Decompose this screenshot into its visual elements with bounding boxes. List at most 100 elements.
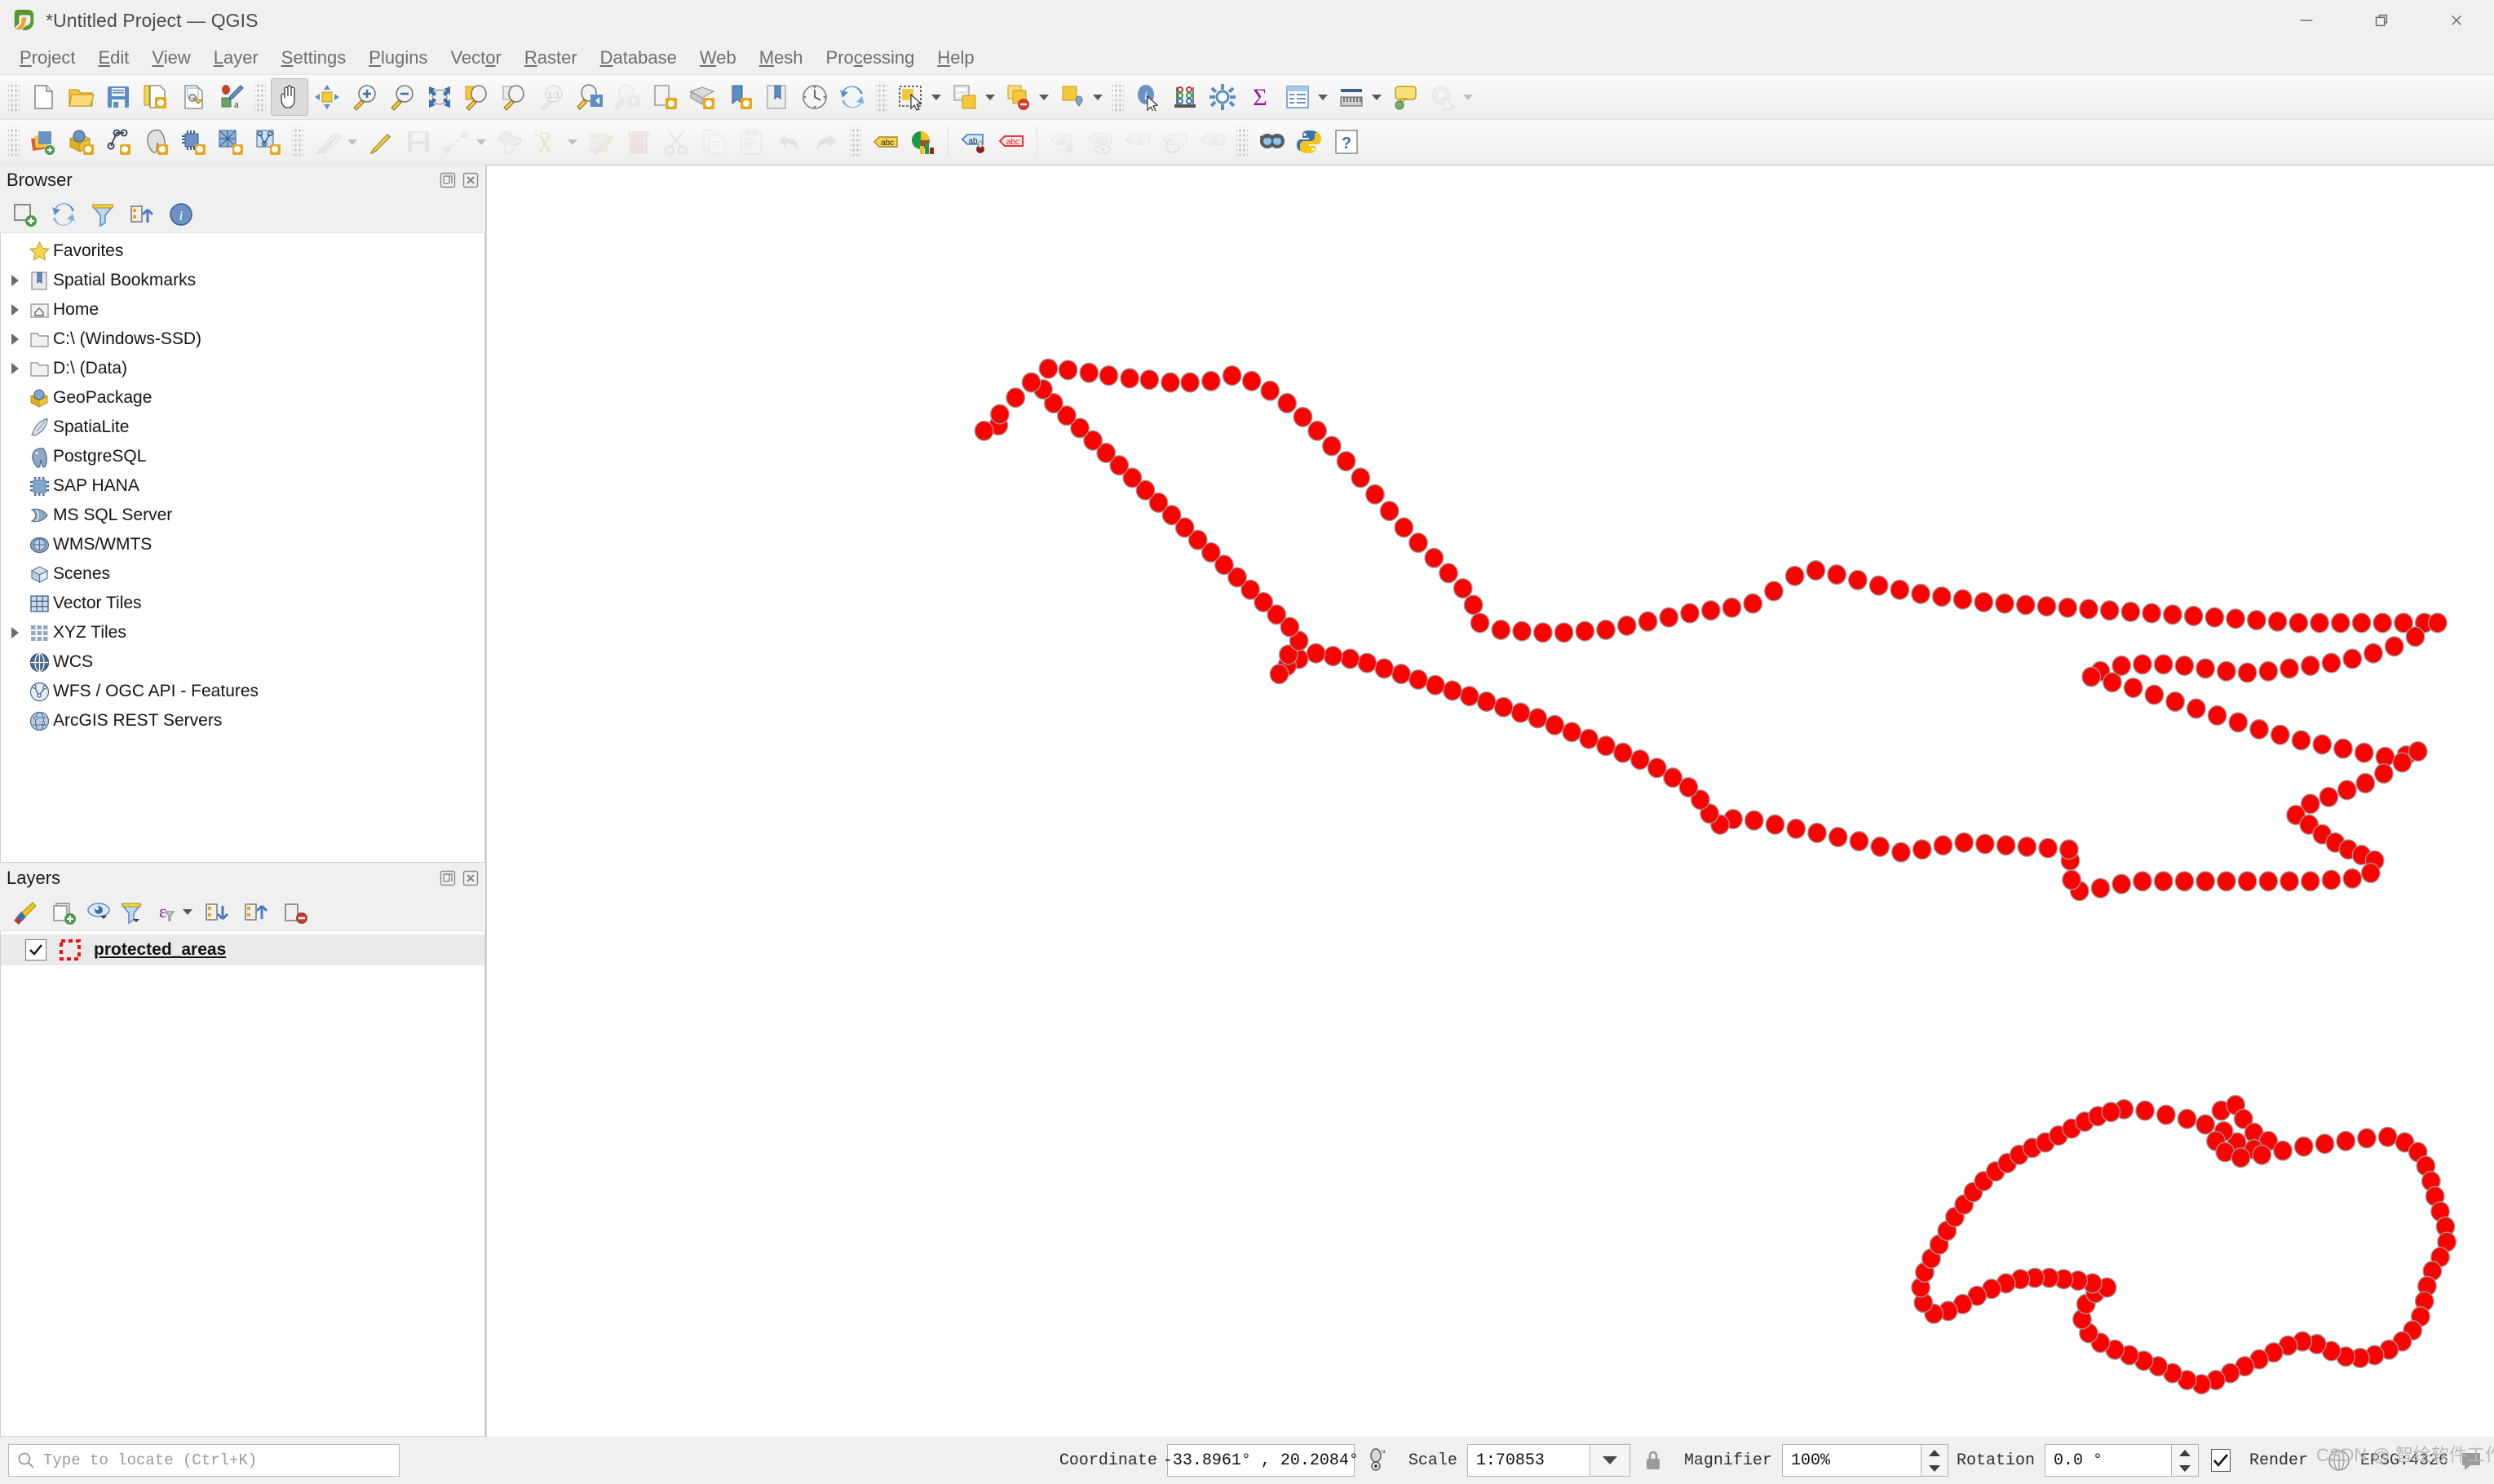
- coordinate-value[interactable]: -33.8961° , 20.2084°: [1163, 1444, 1359, 1477]
- toolbar-grip[interactable]: [1236, 126, 1248, 157]
- expand-arrow-icon[interactable]: [4, 333, 25, 345]
- menu-vector[interactable]: Vector: [439, 44, 512, 72]
- map-tips-icon[interactable]: [1386, 78, 1424, 116]
- layer-labeling-icon[interactable]: abc: [866, 123, 904, 161]
- statistical-summary-icon[interactable]: [1166, 78, 1204, 116]
- zoom-selection-icon[interactable]: [458, 78, 496, 116]
- toolbar-grip[interactable]: [8, 126, 20, 157]
- add-vector-layer-icon[interactable]: [24, 123, 62, 161]
- magnifier-value[interactable]: 100%: [1781, 1444, 1921, 1477]
- redo-icon[interactable]: [807, 123, 845, 161]
- refresh-icon[interactable]: [44, 197, 83, 232]
- browser-item-arcgis-rest-servers[interactable]: ArcGIS REST Servers: [1, 706, 484, 735]
- zoom-full-icon[interactable]: [421, 78, 458, 116]
- filter-legend-icon[interactable]: [116, 895, 148, 930]
- zoom-in-icon[interactable]: [346, 78, 383, 116]
- zoom-last-icon[interactable]: [571, 78, 608, 116]
- collapse-all-icon[interactable]: [122, 197, 161, 232]
- rotation-increase[interactable]: [2172, 1445, 2198, 1460]
- browser-item-spatial-bookmarks[interactable]: Spatial Bookmarks: [1, 266, 484, 295]
- rotate-label-icon[interactable]: [1156, 123, 1194, 161]
- add-line-feature-icon[interactable]: [437, 123, 475, 161]
- browser-item-ms-sql-server[interactable]: MS SQL Server: [1, 501, 484, 530]
- menu-mesh[interactable]: Mesh: [748, 44, 815, 72]
- expression-filter-dropdown-caret[interactable]: [181, 894, 194, 931]
- deselect-features-dropdown-caret[interactable]: [1037, 78, 1050, 116]
- zoom-next-icon[interactable]: [608, 78, 646, 116]
- toggle-editing-icon[interactable]: [362, 123, 400, 161]
- open-project-icon[interactable]: [62, 78, 99, 116]
- toggle-extents-icon[interactable]: [1361, 1444, 1394, 1477]
- browser-item-geopackage[interactable]: GeoPackage: [1, 383, 484, 413]
- save-project-icon[interactable]: [99, 78, 137, 116]
- menu-database[interactable]: Database: [589, 44, 688, 72]
- refresh-icon[interactable]: [834, 78, 871, 116]
- remove-layer-icon[interactable]: [276, 895, 315, 930]
- toolbar-grip[interactable]: [254, 82, 266, 113]
- menu-layer[interactable]: Layer: [202, 44, 270, 72]
- zoom-out-icon[interactable]: [383, 78, 421, 116]
- add-mssql-layer-icon[interactable]: [175, 123, 212, 161]
- metasearch-icon[interactable]: [1253, 123, 1290, 161]
- magnifier-decrease[interactable]: [1921, 1460, 1948, 1476]
- expand-arrow-icon[interactable]: [4, 363, 25, 374]
- toolbar-grip[interactable]: [8, 82, 20, 113]
- expand-all-icon[interactable]: [197, 895, 237, 930]
- locator-search-input[interactable]: Type to locate (Ctrl+K): [8, 1444, 400, 1477]
- browser-item-wms-wmts[interactable]: WMS/WMTS: [1, 530, 484, 559]
- collapse-all-icon[interactable]: [237, 895, 276, 930]
- magnifier-increase[interactable]: [1921, 1445, 1948, 1460]
- select-features-dropdown-caret[interactable]: [930, 78, 943, 116]
- browser-item-scenes[interactable]: Scenes: [1, 559, 484, 589]
- run-model-dropdown-caret[interactable]: [1461, 78, 1475, 116]
- rotation-value[interactable]: 0.0 °: [2044, 1444, 2171, 1477]
- undo-icon[interactable]: [770, 123, 807, 161]
- layout-manager-icon[interactable]: [175, 78, 212, 116]
- message-log-icon[interactable]: [2455, 1444, 2487, 1477]
- select-value-icon[interactable]: [1054, 78, 1091, 116]
- delete-selected-icon[interactable]: [620, 123, 657, 161]
- expand-arrow-icon[interactable]: [4, 275, 25, 286]
- layer-diagram-icon[interactable]: [904, 123, 941, 161]
- crs-status[interactable]: EPSG:4326 CSDN @ 智绘软件工作室: [2316, 1444, 2494, 1477]
- add-line-feature-dropdown-caret[interactable]: [475, 123, 488, 161]
- toolbar-grip[interactable]: [292, 126, 303, 157]
- close-panel-icon[interactable]: [461, 868, 480, 888]
- select-by-expression-icon[interactable]: [946, 78, 984, 116]
- attribute-table-icon[interactable]: [1279, 78, 1316, 116]
- magnifier-stepper[interactable]: [1920, 1444, 1948, 1477]
- menu-raster[interactable]: Raster: [513, 44, 589, 72]
- float-panel-icon[interactable]: [438, 868, 458, 888]
- map-canvas[interactable]: [486, 165, 2494, 1437]
- browser-item-c-drive[interactable]: C:\ (Windows-SSD): [1, 325, 484, 354]
- zoom-native-icon[interactable]: 1:1: [533, 78, 571, 116]
- scale-dropdown-caret[interactable]: [1589, 1444, 1630, 1477]
- expand-arrow-icon[interactable]: [4, 627, 25, 638]
- sum-icon[interactable]: Σ: [1241, 78, 1279, 116]
- cut-features-icon[interactable]: [657, 123, 695, 161]
- current-edits-dropdown-caret[interactable]: [346, 123, 359, 161]
- style-manager-icon[interactable]: a: [212, 78, 250, 116]
- new-3d-map-view-icon[interactable]: [683, 78, 721, 116]
- manage-map-themes-icon[interactable]: [83, 895, 116, 930]
- new-print-layout-icon[interactable]: [137, 78, 175, 116]
- move-label-icon[interactable]: a: [1119, 123, 1156, 161]
- layer-list[interactable]: protected_areas: [0, 931, 485, 1437]
- deselect-features-icon[interactable]: [1000, 78, 1037, 116]
- open-layer-styling-icon[interactable]: [5, 895, 44, 930]
- help-contents-icon[interactable]: ?: [1328, 123, 1365, 161]
- rotation-decrease[interactable]: [2172, 1460, 2198, 1476]
- show-bookmarks-icon[interactable]: [758, 78, 796, 116]
- lock-scale-icon[interactable]: [1637, 1444, 1669, 1477]
- menu-view[interactable]: View: [140, 44, 201, 72]
- modify-attributes-icon[interactable]: [582, 123, 620, 161]
- new-map-view-icon[interactable]: [646, 78, 683, 116]
- filter-browser-icon[interactable]: [83, 197, 122, 232]
- measure-line-icon[interactable]: [1333, 78, 1370, 116]
- browser-item-home[interactable]: Home: [1, 295, 484, 325]
- add-geopackage-layer-icon[interactable]: [62, 123, 99, 161]
- menu-project[interactable]: Project: [8, 44, 86, 72]
- browser-tree[interactable]: Favorites Spatial Bookmarks Home C:\ (Wi…: [0, 233, 485, 863]
- add-spatialite-layer-icon[interactable]: [99, 123, 137, 161]
- change-label-icon[interactable]: ab: [1194, 123, 1232, 161]
